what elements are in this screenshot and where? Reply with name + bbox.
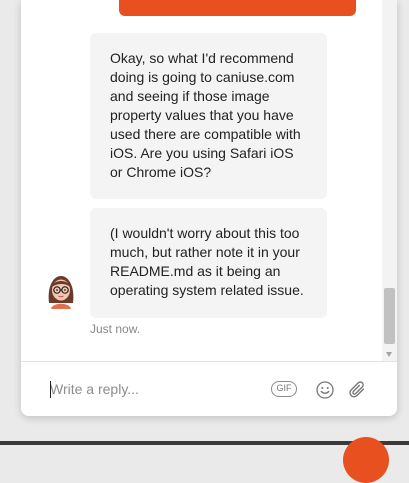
emoji-icon[interactable]	[316, 381, 334, 399]
message-text: (I wouldn't worry about this too much, b…	[110, 225, 304, 298]
message-timestamp: Just now.	[90, 322, 141, 336]
message-text: Okay, so what I'd recommend doing is goi…	[110, 50, 301, 180]
paperclip-icon[interactable]	[348, 380, 368, 400]
received-message-bubble: (I wouldn't worry about this too much, b…	[90, 208, 327, 318]
scrollbar[interactable]	[382, 0, 397, 361]
chat-launcher-button[interactable]	[343, 437, 389, 483]
scrollbar-thumb[interactable]	[384, 288, 395, 344]
reply-input[interactable]	[50, 378, 250, 400]
reply-composer: GIF	[21, 361, 397, 416]
text-caret	[50, 381, 51, 398]
message-list[interactable]: Okay, so what I'd recommend doing is goi…	[21, 0, 397, 361]
avatar	[45, 273, 77, 309]
chat-window: Okay, so what I'd recommend doing is goi…	[21, 0, 397, 416]
scroll-down-arrow-icon[interactable]	[386, 352, 392, 357]
sent-message-bubble	[119, 0, 356, 16]
received-message-bubble: Okay, so what I'd recommend doing is goi…	[90, 33, 327, 199]
gif-button[interactable]: GIF	[271, 381, 297, 397]
